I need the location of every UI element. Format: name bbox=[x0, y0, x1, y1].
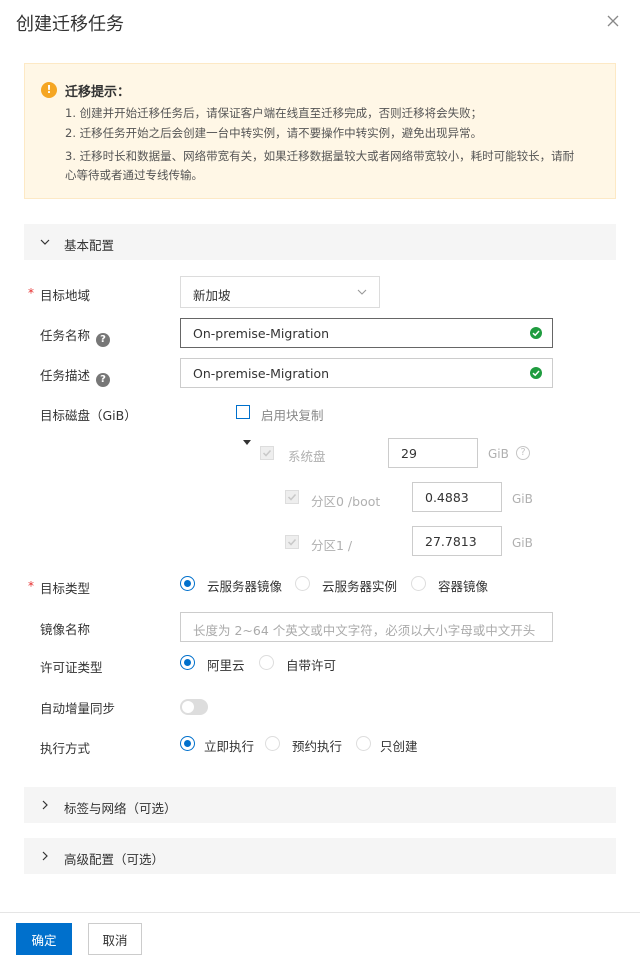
target-type-option: 容器镜像 bbox=[438, 579, 489, 594]
exec-mode-option: 预约执行 bbox=[292, 739, 343, 754]
check-icon bbox=[530, 367, 542, 379]
partition-1-checkbox[interactable] bbox=[285, 535, 299, 549]
license-radio-aliyun[interactable] bbox=[180, 655, 195, 670]
unit-label: GiB bbox=[512, 492, 533, 506]
close-icon[interactable] bbox=[606, 14, 620, 28]
license-type-label: 许可证类型 bbox=[40, 660, 103, 675]
warning-icon: ! bbox=[41, 82, 57, 98]
section-label: 标签与网络（可选） bbox=[64, 801, 177, 816]
image-name-placeholder: 长度为 2~64 个英文或中文字符，必须以大小字母或中文开头 bbox=[193, 623, 536, 638]
task-desc-value: On-premise-Migration bbox=[193, 366, 330, 381]
partition-1-label: 分区1 / bbox=[311, 538, 353, 553]
partition-1-size-input[interactable]: 27.7813 bbox=[412, 526, 502, 556]
partition-0-size-input[interactable]: 0.4883 bbox=[412, 482, 502, 512]
exec-mode-radio-scheduled[interactable] bbox=[265, 736, 280, 751]
system-disk-checkbox[interactable] bbox=[260, 446, 274, 460]
section-label: 基本配置 bbox=[64, 238, 115, 253]
chevron-right-icon bbox=[42, 851, 48, 861]
system-disk-label: 系统盘 bbox=[288, 449, 326, 464]
exec-mode-option: 只创建 bbox=[380, 739, 418, 754]
system-disk-size-input[interactable]: 29 bbox=[388, 438, 478, 468]
auto-sync-label: 自动增量同步 bbox=[40, 701, 116, 716]
required-mark: * bbox=[28, 579, 34, 593]
section-label: 高级配置（可选） bbox=[64, 852, 165, 867]
exec-mode-radio-create-only[interactable] bbox=[356, 736, 371, 751]
region-value: 新加坡 bbox=[193, 288, 231, 303]
partition-0-checkbox[interactable] bbox=[285, 490, 299, 504]
task-name-label: 任务名称? bbox=[40, 325, 111, 347]
unit-label: GiB bbox=[512, 536, 533, 550]
license-radio-byol[interactable] bbox=[259, 655, 274, 670]
section-basic-config[interactable]: 基本配置 bbox=[24, 224, 616, 260]
task-name-value: On-premise-Migration bbox=[193, 326, 330, 341]
exec-mode-option: 立即执行 bbox=[204, 739, 255, 754]
license-option: 阿里云 bbox=[207, 658, 245, 673]
exec-mode-label: 执行方式 bbox=[40, 741, 91, 756]
section-tags-network[interactable]: 标签与网络（可选） bbox=[24, 787, 616, 823]
help-icon[interactable]: ? bbox=[96, 373, 111, 387]
partition-0-size-value: 0.4883 bbox=[425, 490, 469, 505]
block-copy-label: 启用块复制 bbox=[261, 408, 324, 423]
block-copy-checkbox[interactable] bbox=[236, 405, 250, 419]
notice-line: 3. 迁移时长和数据量、网络带宽有关，如果迁移数据量较大或者网络带宽较小，耗时可… bbox=[65, 149, 575, 163]
notice-title: 迁移提示： bbox=[65, 85, 131, 100]
target-type-radio-instance[interactable] bbox=[295, 576, 310, 591]
help-icon[interactable]: ? bbox=[96, 333, 111, 347]
chevron-right-icon bbox=[42, 800, 48, 810]
region-select[interactable]: 新加坡 bbox=[180, 276, 380, 308]
auto-sync-toggle[interactable] bbox=[180, 699, 208, 715]
footer-divider bbox=[0, 912, 640, 913]
section-advanced-config[interactable]: 高级配置（可选） bbox=[24, 838, 616, 874]
check-icon bbox=[530, 327, 542, 339]
region-label: 目标地域 bbox=[40, 288, 91, 303]
image-name-label: 镜像名称 bbox=[40, 622, 91, 637]
image-name-input[interactable]: 长度为 2~64 个英文或中文字符，必须以大小字母或中文开头 bbox=[180, 612, 553, 642]
target-type-radio-container[interactable] bbox=[411, 576, 426, 591]
exec-mode-radio-now[interactable] bbox=[180, 736, 195, 751]
confirm-button[interactable]: 确定 bbox=[16, 923, 72, 955]
cancel-button[interactable]: 取消 bbox=[88, 923, 142, 955]
target-type-radio-image[interactable] bbox=[180, 576, 195, 591]
chevron-down-icon bbox=[357, 289, 367, 295]
target-type-label: 目标类型 bbox=[40, 581, 91, 596]
migration-notice: ! 迁移提示： 1. 创建并开始迁移任务后，请保证客户端在线直至迁移完成，否则迁… bbox=[24, 63, 616, 199]
target-disk-label: 目标磁盘（GiB） bbox=[40, 408, 137, 423]
task-name-input[interactable]: On-premise-Migration bbox=[180, 318, 553, 348]
task-name-label-text: 任务名称 bbox=[40, 328, 91, 343]
unit-label: GiB bbox=[488, 447, 509, 461]
partition-1-size-value: 27.7813 bbox=[425, 534, 477, 549]
dialog-title: 创建迁移任务 bbox=[16, 14, 124, 35]
help-circle-icon[interactable]: ? bbox=[516, 446, 530, 460]
chevron-down-icon bbox=[40, 239, 50, 245]
notice-line: 心等待或者通过专线传输。 bbox=[65, 168, 203, 182]
target-type-option: 云服务器镜像 bbox=[207, 579, 283, 594]
notice-line: 2. 迁移任务开始之后会创建一台中转实例，请不要操作中转实例，避免出现异常。 bbox=[65, 126, 483, 140]
target-type-option: 云服务器实例 bbox=[322, 579, 398, 594]
task-desc-label: 任务描述? bbox=[40, 365, 111, 387]
task-desc-label-text: 任务描述 bbox=[40, 368, 91, 383]
license-option: 自带许可 bbox=[286, 658, 337, 673]
caret-down-icon[interactable] bbox=[243, 440, 251, 445]
partition-0-label: 分区0 /boot bbox=[311, 494, 381, 509]
task-desc-input[interactable]: On-premise-Migration bbox=[180, 358, 553, 388]
required-mark: * bbox=[28, 286, 34, 300]
system-disk-size-value: 29 bbox=[401, 446, 417, 461]
notice-line: 1. 创建并开始迁移任务后，请保证客户端在线直至迁移完成，否则迁移将会失败； bbox=[65, 106, 483, 120]
